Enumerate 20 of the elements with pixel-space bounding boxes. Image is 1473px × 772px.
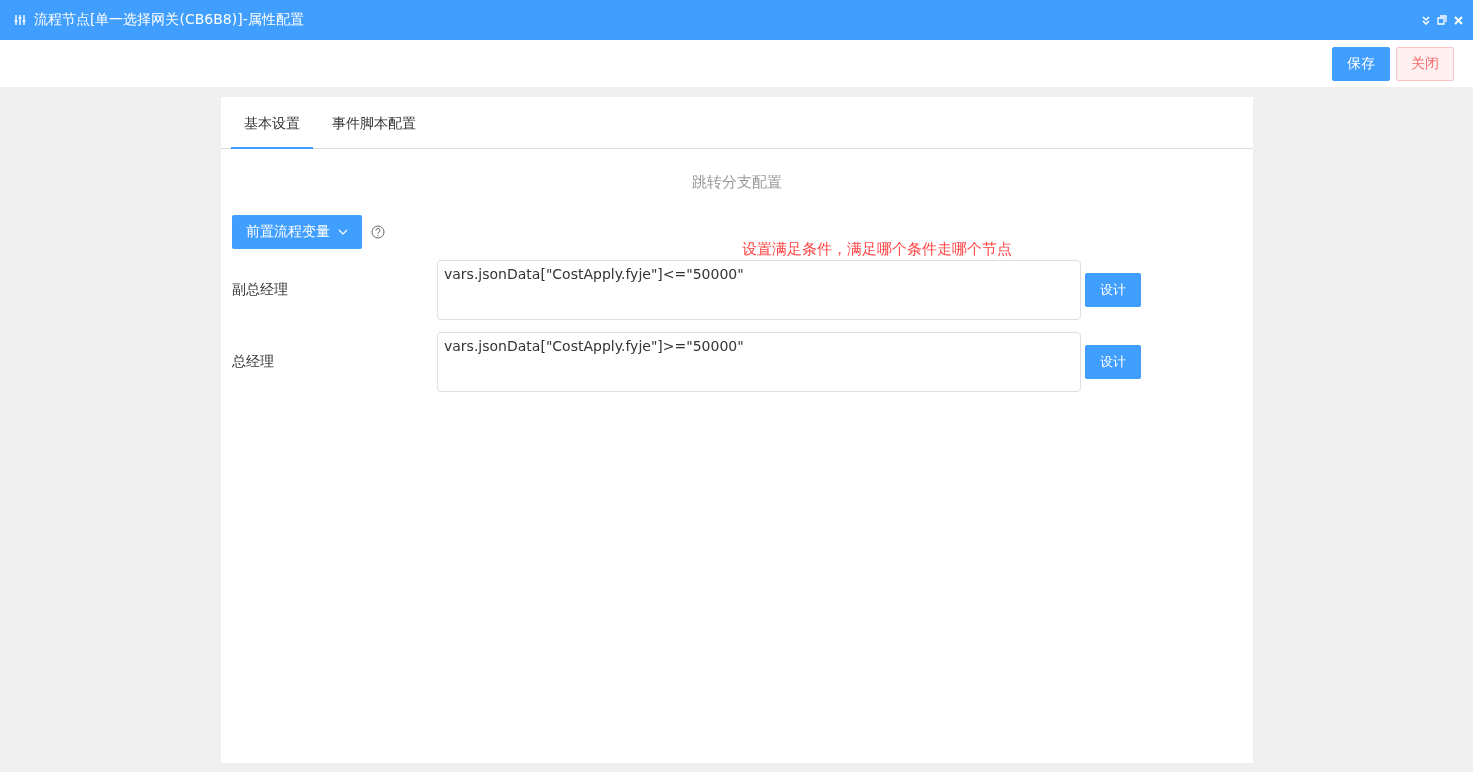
close-icon[interactable] bbox=[1454, 15, 1463, 25]
tab[interactable]: 事件脚本配置 bbox=[319, 109, 429, 149]
condition-field[interactable]: vars.jsonData["CostApply.fyje"]>="50000" bbox=[437, 332, 1081, 392]
restore-icon[interactable] bbox=[1437, 15, 1447, 25]
condition-field[interactable]: vars.jsonData["CostApply.fyje"]<="50000" bbox=[437, 260, 1081, 320]
sliders-icon bbox=[14, 14, 26, 26]
branch-label: 副总经理 bbox=[232, 281, 289, 299]
variables-dropdown-button[interactable]: 前置流程变量 bbox=[232, 215, 362, 249]
help-icon[interactable] bbox=[371, 225, 385, 239]
design-button[interactable]: 设计 bbox=[1085, 273, 1141, 307]
annotation-text: 设置满足条件，满足哪个条件走哪个节点 bbox=[742, 240, 1012, 258]
design-button[interactable]: 设计 bbox=[1085, 345, 1141, 379]
toolbar-button[interactable]: 保存 bbox=[1332, 46, 1390, 81]
section-title: 跳转分支配置 bbox=[691, 173, 783, 192]
caret-icon bbox=[338, 229, 348, 235]
collapse-icon[interactable] bbox=[1422, 15, 1430, 25]
branch-label: 总经理 bbox=[232, 353, 275, 371]
tab[interactable]: 基本设置 bbox=[231, 109, 313, 149]
window-title: 流程节点[单一选择网关(CB6B8)]-属性配置 bbox=[34, 11, 304, 29]
toolbar-button[interactable]: 关闭 bbox=[1396, 46, 1454, 81]
